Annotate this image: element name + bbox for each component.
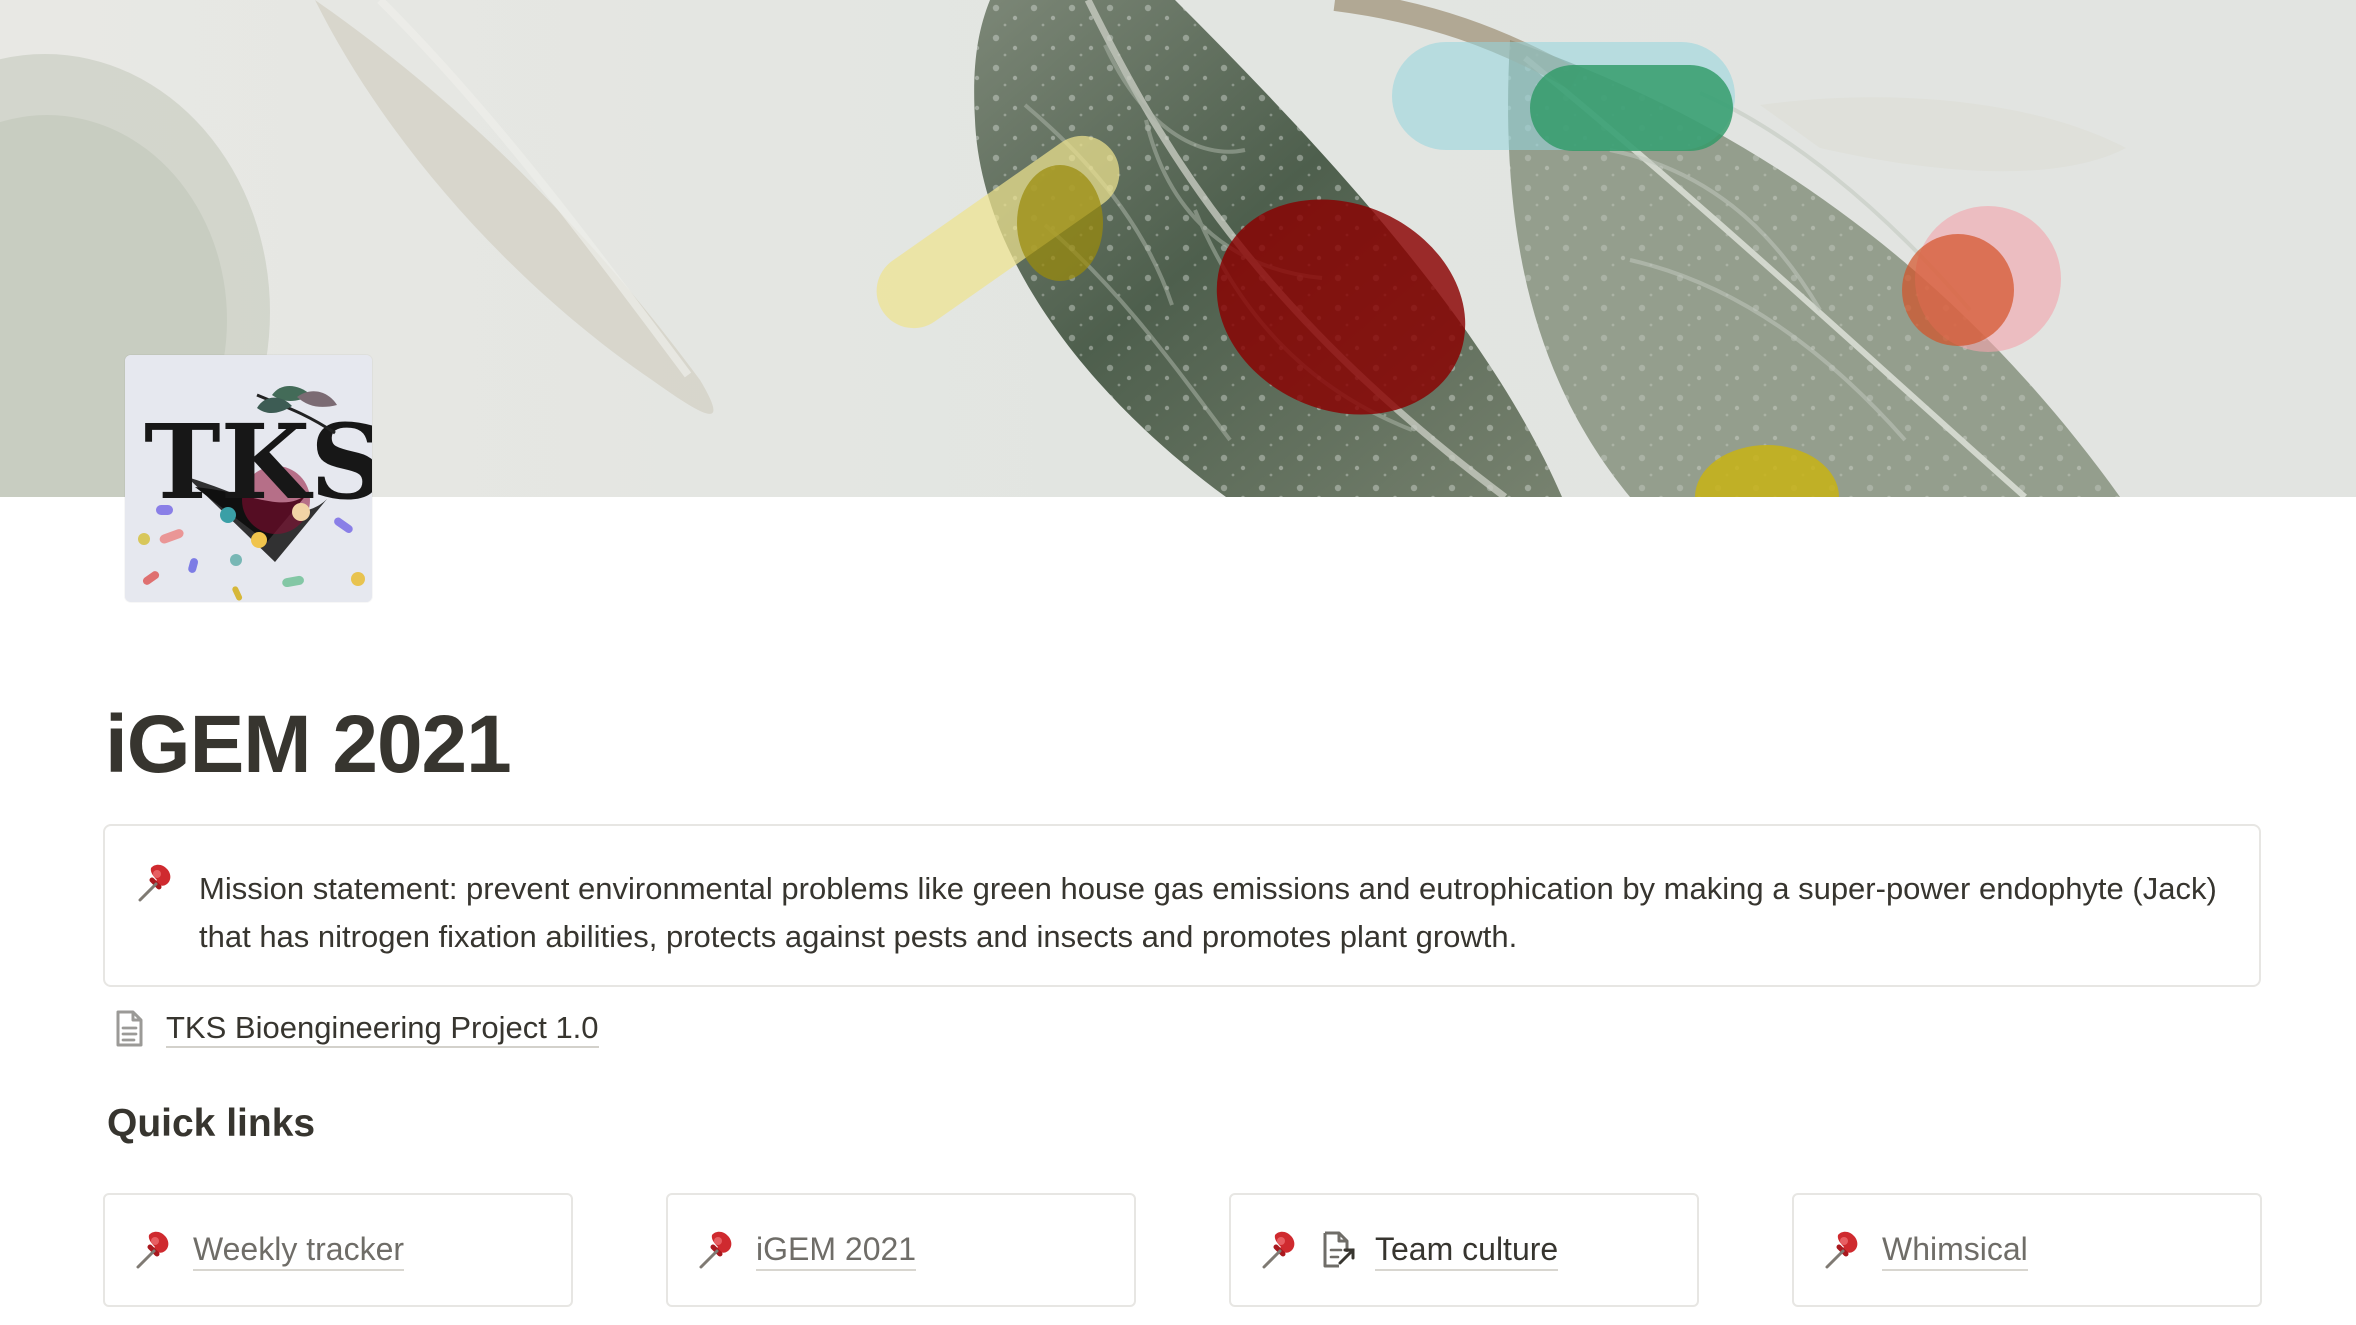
logo-text: TKS — [144, 402, 372, 523]
whimsical-quick-link[interactable]: Whimsical — [1792, 1193, 2262, 1307]
quick-link-label[interactable]: Team culture — [1375, 1230, 1559, 1271]
quick-link-label[interactable]: Weekly tracker — [193, 1230, 405, 1271]
pushpin-icon — [135, 862, 177, 904]
igem-2021-quick-link[interactable]: iGEM 2021 — [666, 1193, 1136, 1307]
tks-logo-icon[interactable]: TKS — [125, 355, 372, 602]
subpage-label[interactable]: TKS Bioengineering Project 1.0 — [166, 1010, 599, 1048]
quick-links-heading[interactable]: Quick links — [107, 1100, 315, 1148]
page-title[interactable]: iGEM 2021 — [105, 704, 512, 786]
notion-page: TKS iGEM 2021 Mission statement: prevent… — [0, 0, 2356, 1325]
pushpin-icon — [1822, 1229, 1864, 1271]
team-culture-quick-link[interactable]: Team culture — [1229, 1193, 1699, 1307]
pushpin-icon — [1259, 1229, 1301, 1271]
mission-statement-text[interactable]: Mission statement: prevent environmental… — [199, 865, 2234, 961]
pushpin-icon — [133, 1229, 175, 1271]
quick-link-label[interactable]: iGEM 2021 — [756, 1230, 917, 1271]
page-link-icon — [1323, 1231, 1355, 1268]
document-icon — [116, 1010, 143, 1047]
tks-bioengineering-project-link[interactable]: TKS Bioengineering Project 1.0 — [110, 1004, 599, 1054]
pushpin-icon — [696, 1229, 738, 1271]
tks-logo-art: TKS — [125, 355, 372, 602]
mission-callout[interactable]: Mission statement: prevent environmental… — [103, 824, 2261, 987]
quick-link-label[interactable]: Whimsical — [1882, 1230, 2028, 1271]
weekly-tracker-quick-link[interactable]: Weekly tracker — [103, 1193, 573, 1307]
